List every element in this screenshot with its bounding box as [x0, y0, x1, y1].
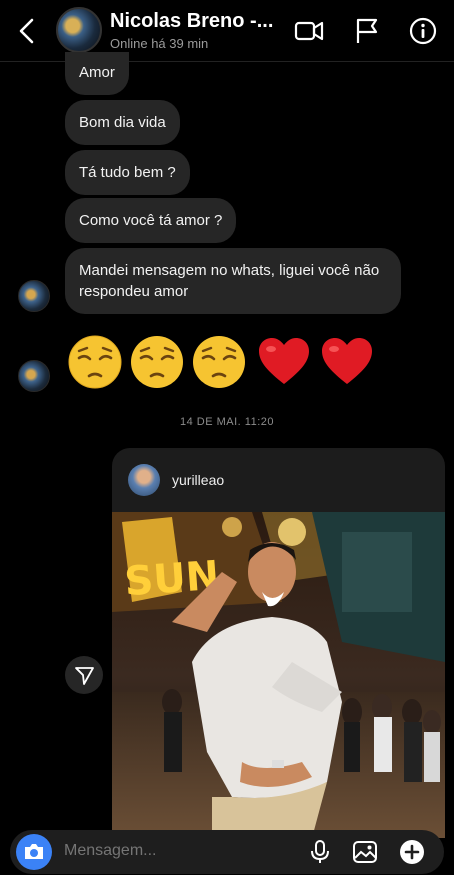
contact-status: Online há 39 min	[110, 36, 209, 51]
message-bubble[interactable]: Tá tudo bem ?	[65, 150, 190, 195]
camera-icon	[25, 844, 43, 859]
sender-avatar[interactable]	[18, 280, 50, 312]
message-timestamp: 14 DE MAI. 11:20	[179, 416, 274, 428]
message-input[interactable]	[64, 842, 244, 860]
send-arrow-icon	[75, 667, 94, 685]
gallery-icon[interactable]	[352, 839, 378, 865]
back-arrow-icon[interactable]	[12, 14, 42, 48]
pensive-face-emoji-icon	[193, 336, 245, 388]
red-heart-emoji-icon	[259, 338, 309, 384]
add-icon[interactable]	[399, 839, 425, 865]
shared-post-header[interactable]: yurilleao	[112, 448, 445, 512]
pensive-face-emoji-icon	[131, 336, 183, 388]
message-text: Tá tudo bem ?	[79, 164, 176, 181]
message-bubble[interactable]: Como você tá amor ?	[65, 198, 237, 243]
contact-avatar[interactable]	[56, 7, 102, 53]
message-text: Amor	[79, 64, 115, 81]
shared-post-card[interactable]: yurilleao SUN	[112, 448, 445, 838]
video-call-icon[interactable]	[294, 16, 324, 46]
message-bubble[interactable]: Mandei mensagem no whats, liguei você nã…	[65, 248, 401, 314]
message-text: Como você tá amor ?	[79, 212, 223, 229]
flag-icon[interactable]	[352, 16, 382, 46]
shared-post-username[interactable]: yurilleao	[172, 472, 224, 488]
info-icon[interactable]	[408, 16, 438, 46]
share-button[interactable]	[65, 656, 103, 694]
message-text: Bom dia vida	[79, 114, 166, 131]
sender-avatar[interactable]	[18, 360, 50, 392]
message-composer	[10, 830, 444, 874]
message-bubble[interactable]: Amor	[65, 52, 129, 95]
shared-post-photo[interactable]: SUN	[112, 512, 445, 838]
red-heart-emoji-icon	[322, 338, 372, 384]
message-text: Mandei mensagem no whats, liguei você nã…	[79, 262, 380, 300]
message-bubble[interactable]: Bom dia vida	[65, 100, 180, 145]
shared-post-avatar[interactable]	[128, 464, 160, 496]
microphone-icon[interactable]	[307, 839, 333, 865]
pensive-face-emoji-icon	[68, 335, 122, 389]
contact-name[interactable]: Nicolas Breno -...	[110, 10, 280, 33]
camera-button[interactable]	[16, 834, 52, 870]
